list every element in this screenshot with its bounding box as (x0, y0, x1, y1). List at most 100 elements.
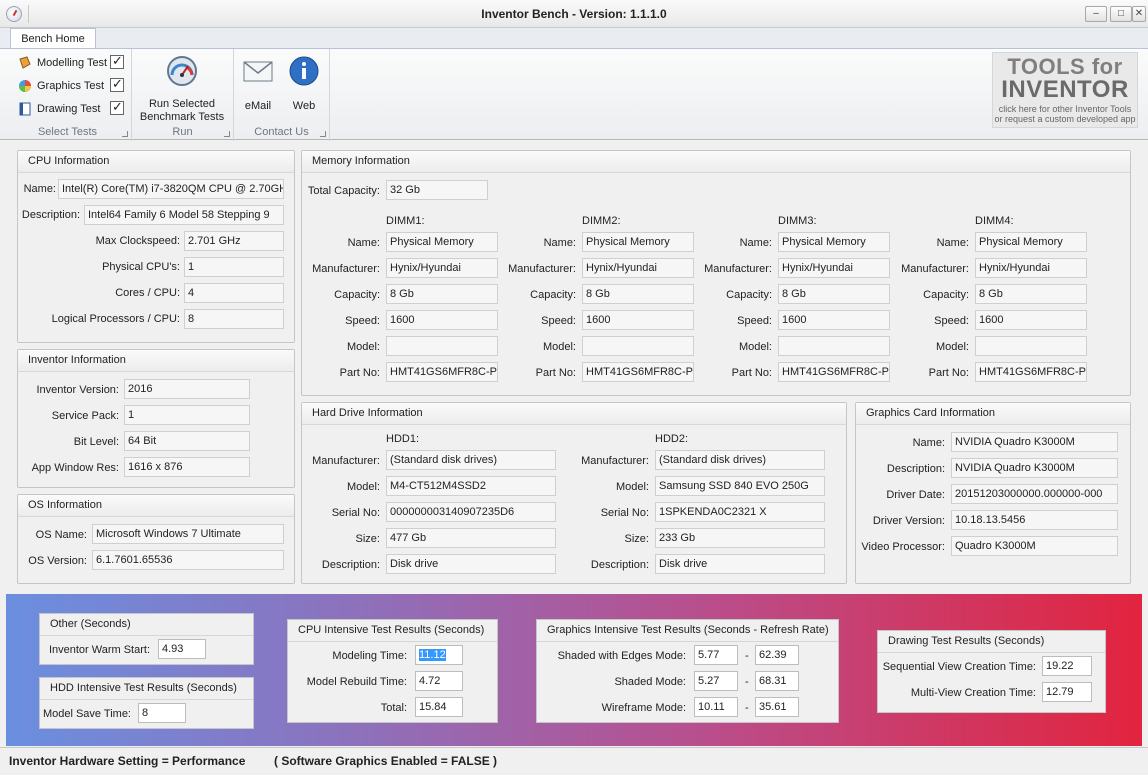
ribbon-group-contact: eMail Web Contact Us (234, 49, 330, 141)
dimm3-model-field[interactable] (778, 336, 890, 356)
dimm1-manufacturer-field[interactable]: Hynix/Hyundai (386, 258, 498, 278)
dimm4-manufacturer-label: Manufacturer: (901, 263, 969, 275)
email-button-label: eMail (244, 100, 272, 112)
hdd2-serial-field[interactable]: 1SPKENDA0C2321 X (655, 502, 825, 522)
tab-bench-home[interactable]: Bench Home (10, 28, 96, 49)
dimm4-manufacturer-field[interactable]: Hynix/Hyundai (975, 258, 1087, 278)
close-button[interactable]: ✕ (1132, 6, 1146, 22)
shaded-mode-seconds-field[interactable]: 5.27 (694, 671, 738, 691)
hdd1-size-field[interactable]: 477 Gb (386, 528, 556, 548)
gpu-name-field[interactable]: NVIDIA Quadro K3000M (951, 432, 1118, 452)
warm-start-field[interactable]: 4.93 (158, 639, 206, 659)
cpu-name-field[interactable]: Intel(R) Core(TM) i7-3820QM CPU @ 2.70GH… (58, 179, 284, 199)
logo-line4: or request a custom developed app (994, 114, 1136, 124)
bit-level-label: Bit Level: (73, 436, 119, 448)
dimm1-capacity-field[interactable]: 8 Gb (386, 284, 498, 304)
dimm2-speed-field[interactable]: 1600 (582, 310, 694, 330)
app-window-res-field[interactable]: 1616 x 876 (124, 457, 250, 477)
run-benchmark-button[interactable]: Run Selected Benchmark Tests (134, 49, 230, 124)
os-name-field[interactable]: Microsoft Windows 7 Ultimate (92, 524, 284, 544)
drawing-test-item[interactable]: Drawing Test (18, 99, 130, 118)
logical-processors-field[interactable]: 8 (184, 309, 284, 329)
email-button[interactable]: eMail (240, 49, 276, 112)
minimize-button[interactable]: – (1085, 6, 1107, 22)
cpu-total-field[interactable]: 15.84 (415, 697, 463, 717)
drawing-test-checkbox[interactable] (110, 99, 124, 115)
os-version-field[interactable]: 6.1.7601.65536 (92, 550, 284, 570)
physical-cpus-field[interactable]: 1 (184, 257, 284, 277)
multi-view-field[interactable]: 12.79 (1042, 682, 1092, 702)
sequential-view-field[interactable]: 19.22 (1042, 656, 1092, 676)
dimm3-manufacturer-field[interactable]: Hynix/Hyundai (778, 258, 890, 278)
dimm1-model-field[interactable] (386, 336, 498, 356)
hdd2-size-field[interactable]: 233 Gb (655, 528, 825, 548)
dimm3-name-field[interactable]: Physical Memory (778, 232, 890, 252)
bit-level-field[interactable]: 64 Bit (124, 431, 250, 451)
gpu-panel-title: Graphics Card Information (856, 403, 1130, 425)
hdd1-serial-label: Serial No: (331, 507, 380, 519)
modeling-time-field[interactable]: 11.12 (415, 645, 463, 665)
dimm4-model-field[interactable] (975, 336, 1087, 356)
dimm3-speed-field[interactable]: 1600 (778, 310, 890, 330)
rebuild-time-field[interactable]: 4.72 (415, 671, 463, 691)
dimm4-part-no-field[interactable]: HMT41GS6MFR8C-PB (975, 362, 1087, 382)
modelling-test-item[interactable]: Modelling Test (18, 53, 130, 72)
shaded-edges-seconds-field[interactable]: 5.77 (694, 645, 738, 665)
dimm4-speed-field[interactable]: 1600 (975, 310, 1087, 330)
wireframe-rate-field[interactable]: 35.61 (755, 697, 799, 717)
inventor-version-field[interactable]: 2016 (124, 379, 250, 399)
dimm1-speed-field[interactable]: 1600 (386, 310, 498, 330)
dimm3-manufacturer-label: Manufacturer: (704, 263, 772, 275)
dimm4-name-field[interactable]: Physical Memory (975, 232, 1087, 252)
shaded-edges-rate-field[interactable]: 62.39 (755, 645, 799, 665)
dimm1-name-field[interactable]: Physical Memory (386, 232, 498, 252)
tools-for-inventor-logo[interactable]: TOOLS for INVENTOR click here for other … (992, 52, 1138, 128)
dimm3-part-no-label: Part No: (731, 367, 772, 379)
max-clock-field[interactable]: 2.701 GHz (184, 231, 284, 251)
video-processor-field[interactable]: Quadro K3000M (951, 536, 1118, 556)
dimm2-name-field[interactable]: Physical Memory (582, 232, 694, 252)
maximize-button[interactable]: □ (1110, 6, 1132, 22)
wireframe-mode-label: Wireframe Mode: (601, 702, 686, 714)
dimm1-part-no-field[interactable]: HMT41GS6MFR8C-PB (386, 362, 498, 382)
modelling-test-checkbox[interactable] (110, 53, 124, 69)
dimm2-part-no-field[interactable]: HMT41GS6MFR8C-PB (582, 362, 694, 382)
run-launcher[interactable] (224, 131, 230, 137)
dimm3-capacity-field[interactable]: 8 Gb (778, 284, 890, 304)
hdd1-manufacturer-field[interactable]: (Standard disk drives) (386, 450, 556, 470)
graphics-test-checkbox[interactable] (110, 76, 124, 92)
cores-field[interactable]: 4 (184, 283, 284, 303)
dimm2-capacity-field[interactable]: 8 Gb (582, 284, 694, 304)
cpu-description-field[interactable]: Intel64 Family 6 Model 58 Stepping 9 (84, 205, 284, 225)
dimm2-name-label: Name: (543, 237, 576, 249)
graphics-test-item[interactable]: Graphics Test (18, 76, 130, 95)
hdd2-description-field[interactable]: Disk drive (655, 554, 825, 574)
dimm2-model-field[interactable] (582, 336, 694, 356)
shaded-mode-rate-field[interactable]: 68.31 (755, 671, 799, 691)
web-button[interactable]: Web (286, 49, 322, 112)
dimm1-capacity-label: Capacity: (334, 289, 380, 301)
gpu-description-field[interactable]: NVIDIA Quadro K3000M (951, 458, 1118, 478)
model-save-time-field[interactable]: 8 (138, 703, 186, 723)
hdd1-description-field[interactable]: Disk drive (386, 554, 556, 574)
select-tests-launcher[interactable] (122, 131, 128, 137)
contact-launcher[interactable] (320, 131, 326, 137)
driver-date-field[interactable]: 20151203000000.000000-000 (951, 484, 1118, 504)
hdd1-model-field[interactable]: M4-CT512M4SSD2 (386, 476, 556, 496)
hdd2-manufacturer-field[interactable]: (Standard disk drives) (655, 450, 825, 470)
total-capacity-field[interactable]: 32 Gb (386, 180, 488, 200)
service-pack-field[interactable]: 1 (124, 405, 250, 425)
dimm3-part-no-field[interactable]: HMT41GS6MFR8C-PB (778, 362, 890, 382)
driver-version-field[interactable]: 10.18.13.5456 (951, 510, 1118, 530)
select-tests-group-label: Select Tests (37, 126, 98, 138)
modeling-time-label: Modeling Time: (332, 650, 407, 662)
software-graphics-status: ( Software Graphics Enabled = FALSE ) (274, 754, 498, 768)
window-title: Inventor Bench - Version: 1.1.1.0 (481, 7, 667, 21)
dimm4-capacity-field[interactable]: 8 Gb (975, 284, 1087, 304)
hdd2-model-field[interactable]: Samsung SSD 840 EVO 250G (655, 476, 825, 496)
wireframe-seconds-field[interactable]: 10.11 (694, 697, 738, 717)
hdd2-manufacturer-label: Manufacturer: (581, 455, 649, 467)
hdd1-serial-field[interactable]: 00000000314090723​5D6 (386, 502, 556, 522)
hard-drive-information-panel: Hard Drive Information HDD1: Manufacture… (301, 402, 847, 584)
dimm2-manufacturer-field[interactable]: Hynix/Hyundai (582, 258, 694, 278)
